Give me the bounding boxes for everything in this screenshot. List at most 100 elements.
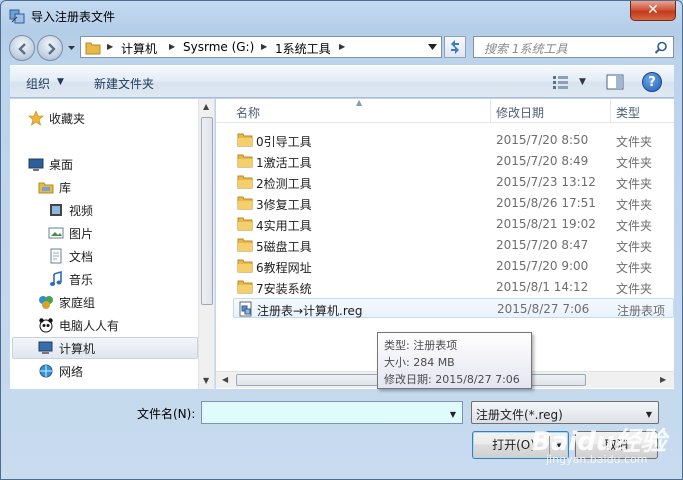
- arrow-right-icon: [48, 43, 56, 55]
- scroll-left-icon[interactable]: ◀: [222, 375, 228, 384]
- folder-row[interactable]: 0引导工具 2015/7/20 8:50 文件夹: [233, 130, 674, 150]
- chevron-down-icon[interactable]: ▼: [57, 77, 64, 87]
- view-dropdown-icon[interactable]: ▼: [579, 77, 586, 87]
- file-date: 2015/8/27 7:06: [497, 302, 590, 316]
- breadcrumb-drive[interactable]: Sysrme (G:): [183, 40, 254, 54]
- file-type: 文件夹: [616, 198, 653, 212]
- refresh-button[interactable]: [444, 36, 466, 58]
- file-type: 文件夹: [616, 219, 653, 233]
- nav-vertical-scrollbar[interactable]: ▲ ▼: [198, 99, 214, 389]
- import-registry-dialog: 导入注册表文件 ✕ ▶ 计算机 ▶ Sysrme (G:) ▶ 1系统工具 ▶: [0, 0, 683, 480]
- file-name: 6教程网址: [256, 261, 312, 275]
- folder-row[interactable]: 4实用工具 2015/8/21 19:02 文件夹: [233, 214, 674, 234]
- recent-pages-dropdown-icon[interactable]: [67, 44, 76, 52]
- folder-row[interactable]: 2检测工具 2015/7/23 13:12 文件夹: [233, 172, 674, 192]
- preview-pane-icon[interactable]: [606, 74, 624, 90]
- folder-row[interactable]: 6教程网址 2015/7/20 9:00 文件夹: [233, 256, 674, 276]
- folder-icon: [237, 154, 253, 168]
- desktop-icon: [28, 158, 44, 171]
- scroll-up-icon[interactable]: ▲: [203, 102, 209, 111]
- file-date: 2015/8/26 17:51: [496, 196, 596, 210]
- search-box[interactable]: 搜索 1系统工具: [473, 36, 674, 58]
- file-name: 3修复工具: [256, 198, 312, 212]
- picture-icon: [48, 227, 64, 239]
- folder-icon: [237, 196, 253, 210]
- folder-row[interactable]: 5磁盘工具 2015/7/20 8:47 文件夹: [233, 235, 674, 255]
- close-icon: ✕: [647, 2, 659, 18]
- regedit-icon: [9, 9, 25, 24]
- back-button[interactable]: [9, 35, 35, 61]
- column-divider[interactable]: [490, 99, 491, 123]
- command-bar: 组织 ▼ 新建文件夹 ▼ ?: [10, 65, 674, 98]
- file-date: 2015/7/20 8:47: [496, 238, 589, 252]
- file-type: 文件夹: [616, 177, 653, 191]
- column-divider[interactable]: [610, 99, 611, 123]
- new-folder-button[interactable]: 新建文件夹: [94, 75, 154, 92]
- folder-row[interactable]: 1激活工具 2015/7/20 8:49 文件夹: [233, 151, 674, 171]
- file-name: 7安装系统: [256, 282, 312, 296]
- view-options-icon[interactable]: [552, 74, 570, 90]
- scroll-right-icon[interactable]: ▶: [660, 375, 666, 384]
- video-icon: [50, 204, 62, 216]
- file-name: 1激活工具: [256, 156, 312, 170]
- address-bar[interactable]: ▶ 计算机 ▶ Sysrme (G:) ▶ 1系统工具 ▶: [80, 36, 442, 58]
- file-row-reg[interactable]: 注册表→计算机.reg 2015/8/27 7:06 注册表项: [233, 298, 674, 318]
- address-dropdown-icon[interactable]: [428, 44, 437, 50]
- column-header-date[interactable]: 修改日期: [496, 104, 544, 121]
- title-bar: 导入注册表文件 ✕: [1, 1, 682, 31]
- watermark-url: jingyan.baidu.com: [546, 453, 648, 466]
- tooltip-date: 修改日期: 2015/8/27 7:06: [384, 373, 520, 386]
- column-header-name[interactable]: 名称: [236, 104, 260, 121]
- music-icon: [50, 271, 62, 286]
- chevron-down-icon: ▼: [645, 410, 652, 419]
- search-icon[interactable]: [654, 41, 668, 55]
- document-icon: [50, 248, 62, 264]
- file-name: 2检测工具: [256, 177, 312, 191]
- folder-icon: [237, 259, 253, 273]
- arrow-left-icon: [18, 43, 26, 55]
- column-header-type[interactable]: 类型: [616, 104, 640, 121]
- open-button-label: 打开(O): [492, 438, 535, 452]
- folder-row[interactable]: 3修复工具 2015/8/26 17:51 文件夹: [233, 193, 674, 213]
- scroll-down-icon[interactable]: ▼: [203, 376, 209, 385]
- filename-input[interactable]: ▼: [201, 401, 463, 424]
- file-date: 2015/7/23 13:12: [496, 175, 596, 189]
- file-date: 2015/7/20 8:50: [496, 133, 589, 147]
- refresh-icon: [451, 40, 459, 54]
- nav-scroll-thumb[interactable]: [201, 117, 213, 305]
- search-placeholder: 搜索 1系统工具: [484, 42, 568, 56]
- file-type: 注册表项: [617, 304, 666, 318]
- help-button[interactable]: ?: [642, 72, 662, 92]
- file-type: 文件夹: [616, 156, 653, 170]
- folder-icon: [237, 280, 253, 294]
- breadcrumb-arrow-icon[interactable]: ▶: [169, 42, 175, 51]
- file-name: 4实用工具: [256, 219, 312, 233]
- navigation-pane: 收藏夹 桌面 库 视频 图片 文档 音乐 家庭组 电脑人人有 计算机 网络 ▲ …: [10, 99, 215, 389]
- organize-button[interactable]: 组织: [26, 75, 50, 92]
- breadcrumb-arrow-icon[interactable]: ▶: [261, 42, 267, 51]
- breadcrumb-folder[interactable]: 1系统工具: [275, 40, 331, 57]
- breadcrumb-arrow-icon[interactable]: ▶: [339, 42, 345, 51]
- file-name: 5磁盘工具: [256, 240, 312, 254]
- close-button[interactable]: ✕: [630, 1, 676, 21]
- file-date: 2015/8/21 19:02: [496, 217, 596, 231]
- window-title: 导入注册表文件: [31, 10, 116, 24]
- folder-icon: [237, 238, 253, 252]
- homegroup-icon: [39, 296, 53, 309]
- file-date: 2015/7/20 9:00: [496, 259, 589, 273]
- file-type: 文件夹: [616, 282, 653, 296]
- folder-icon: [237, 133, 253, 147]
- breadcrumb-computer[interactable]: 计算机: [121, 40, 157, 57]
- file-date: 2015/7/20 8:49: [496, 154, 589, 168]
- file-date: 2015/8/1 14:12: [496, 280, 589, 294]
- file-info-tooltip: 类型: 注册表项 大小: 284 MB 修改日期: 2015/8/27 7:06: [377, 332, 532, 389]
- tooltip-type: 类型: 注册表项: [384, 339, 458, 352]
- filename-label: 文件名(N):: [137, 407, 196, 421]
- filename-dropdown-icon[interactable]: ▼: [450, 410, 456, 419]
- sort-ascending-icon: ▲: [356, 99, 363, 107]
- breadcrumb-arrow-icon[interactable]: ▶: [107, 42, 113, 51]
- folder-row[interactable]: 7安装系统 2015/8/1 14:12 文件夹: [233, 277, 674, 297]
- forward-button[interactable]: [37, 35, 63, 61]
- file-name: 注册表→计算机.reg: [257, 304, 363, 318]
- star-icon: [28, 110, 44, 126]
